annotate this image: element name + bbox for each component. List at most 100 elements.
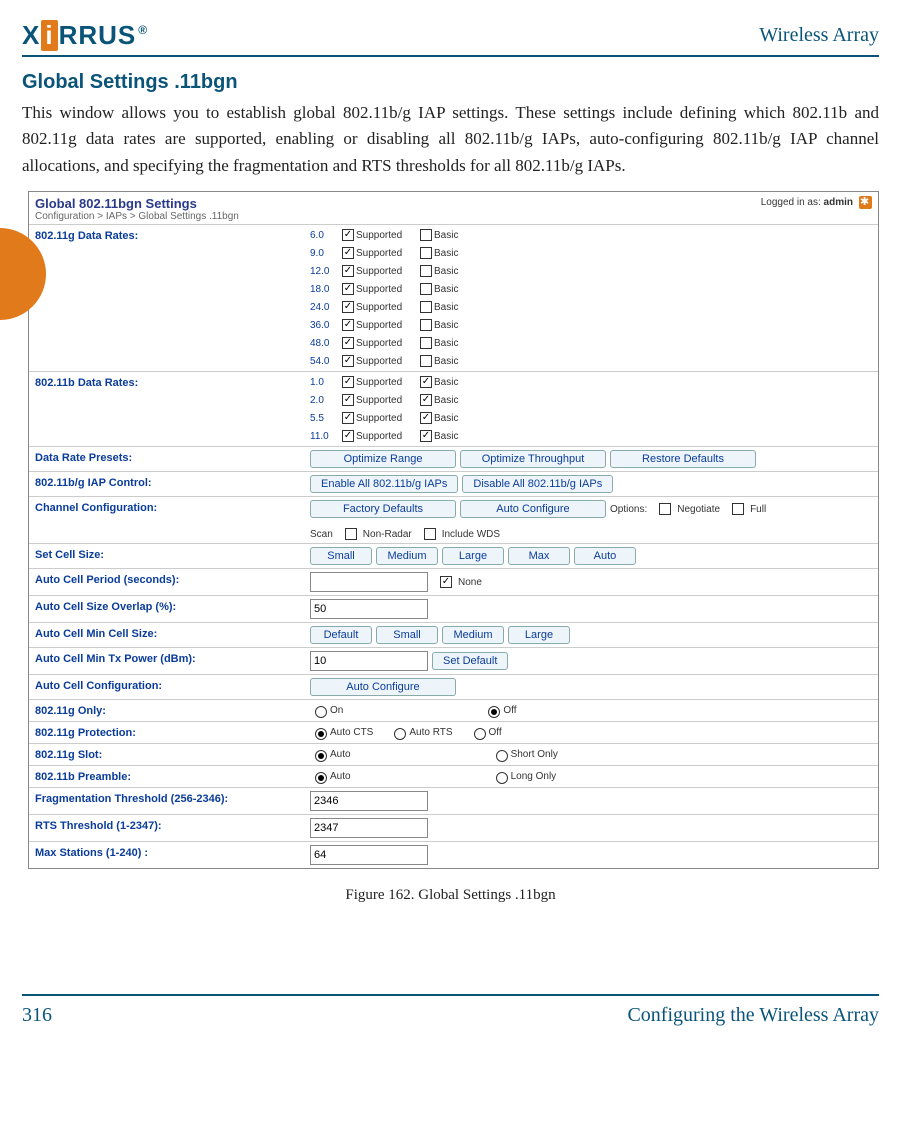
- supported-checkbox[interactable]: [342, 283, 354, 295]
- mincell-default-button[interactable]: Default: [310, 626, 372, 644]
- auto-configure-cell-button[interactable]: Auto Configure: [310, 678, 456, 696]
- mincell-large-button[interactable]: Large: [508, 626, 570, 644]
- basic-checkbox[interactable]: [420, 430, 432, 442]
- row-auto-cell-period: Auto Cell Period (seconds): None: [29, 568, 878, 595]
- bpre-auto-radio[interactable]: [315, 772, 327, 784]
- rate-row: 36.0SupportedBasic: [310, 319, 670, 331]
- row-set-cell-size: Set Cell Size: Small Medium Large Max Au…: [29, 543, 878, 568]
- section-title: Global Settings .11bgn: [22, 71, 879, 94]
- bpre-long-radio[interactable]: [496, 772, 508, 784]
- auto-cell-period-input[interactable]: [310, 572, 428, 592]
- rate-row: 1.0SupportedBasic: [310, 376, 670, 388]
- footer-text: Configuring the Wireless Array: [627, 1004, 879, 1027]
- basic-checkbox[interactable]: [420, 247, 432, 259]
- factory-defaults-button[interactable]: Factory Defaults: [310, 500, 456, 518]
- enable-all-iaps-button[interactable]: Enable All 802.11b/g IAPs: [310, 475, 458, 493]
- basic-checkbox[interactable]: [420, 412, 432, 424]
- rate-row: 24.0SupportedBasic: [310, 301, 670, 313]
- auto-cell-period-none-checkbox[interactable]: [440, 576, 452, 588]
- basic-checkbox[interactable]: [420, 229, 432, 241]
- auto-configure-channel-button[interactable]: Auto Configure: [460, 500, 606, 518]
- basic-checkbox[interactable]: [420, 337, 432, 349]
- gonly-on-radio[interactable]: [315, 706, 327, 718]
- rate-row: 54.0SupportedBasic: [310, 355, 670, 367]
- page-number: 316: [22, 1004, 52, 1027]
- set-default-button[interactable]: Set Default: [432, 652, 508, 670]
- auto-cell-overlap-input[interactable]: [310, 599, 428, 619]
- rate-row: 12.0SupportedBasic: [310, 265, 670, 277]
- figure-caption: Figure 162. Global Settings .11bgn: [22, 887, 879, 904]
- rate-row: 11.0SupportedBasic: [310, 430, 670, 442]
- supported-checkbox[interactable]: [342, 319, 354, 331]
- rate-row: 2.0SupportedBasic: [310, 394, 670, 406]
- mincell-medium-button[interactable]: Medium: [442, 626, 504, 644]
- supported-checkbox[interactable]: [342, 337, 354, 349]
- row-max-stations: Max Stations (1-240) :: [29, 841, 878, 868]
- rate-row: 18.0SupportedBasic: [310, 283, 670, 295]
- include-wds-checkbox: [424, 528, 436, 540]
- panel-title: Global 802.11bgn Settings: [35, 196, 239, 211]
- supported-checkbox[interactable]: [342, 301, 354, 313]
- rate-row: 9.0SupportedBasic: [310, 247, 670, 259]
- row-802-11b-rates: 802.11b Data Rates: 1.0SupportedBasic2.0…: [29, 371, 878, 446]
- row-802-11g-only: 802.11g Only: On Off: [29, 699, 878, 721]
- disable-all-iaps-button[interactable]: Disable All 802.11b/g IAPs: [462, 475, 613, 493]
- supported-checkbox[interactable]: [342, 265, 354, 277]
- supported-checkbox[interactable]: [342, 376, 354, 388]
- breadcrumb: Configuration > IAPs > Global Settings .…: [35, 211, 239, 222]
- cell-auto-button[interactable]: Auto: [574, 547, 636, 565]
- supported-checkbox[interactable]: [342, 430, 354, 442]
- row-auto-cell-configuration: Auto Cell Configuration: Auto Configure: [29, 674, 878, 699]
- cell-medium-button[interactable]: Medium: [376, 547, 438, 565]
- cell-large-button[interactable]: Large: [442, 547, 504, 565]
- min-tx-power-input[interactable]: [310, 651, 428, 671]
- frag-threshold-input[interactable]: [310, 791, 428, 811]
- row-auto-cell-min-tx: Auto Cell Min Tx Power (dBm): Set Defaul…: [29, 647, 878, 674]
- cell-small-button[interactable]: Small: [310, 547, 372, 565]
- supported-checkbox[interactable]: [342, 247, 354, 259]
- supported-checkbox[interactable]: [342, 394, 354, 406]
- basic-checkbox[interactable]: [420, 301, 432, 313]
- rts-threshold-input[interactable]: [310, 818, 428, 838]
- header-product: Wireless Array: [759, 24, 879, 47]
- brand-logo: XiRRUS®: [22, 20, 148, 51]
- intro-paragraph: This window allows you to establish glob…: [22, 100, 879, 179]
- gonly-off-radio[interactable]: [488, 706, 500, 718]
- max-stations-input[interactable]: [310, 845, 428, 865]
- basic-checkbox[interactable]: [420, 355, 432, 367]
- negotiate-checkbox[interactable]: [659, 503, 671, 515]
- page-footer: 316 Configuring the Wireless Array: [22, 994, 879, 1027]
- rate-row: 5.5SupportedBasic: [310, 412, 670, 424]
- row-802-11g-rates: 802.11g Data Rates: 6.0SupportedBasic9.0…: [29, 224, 878, 371]
- basic-checkbox[interactable]: [420, 376, 432, 388]
- row-auto-cell-overlap: Auto Cell Size Overlap (%):: [29, 595, 878, 622]
- supported-checkbox[interactable]: [342, 355, 354, 367]
- row-802-11g-slot: 802.11g Slot: Auto Short Only: [29, 743, 878, 765]
- non-radar-checkbox[interactable]: [345, 528, 357, 540]
- row-iap-control: 802.11b/g IAP Control: Enable All 802.11…: [29, 471, 878, 496]
- basic-checkbox[interactable]: [420, 265, 432, 277]
- mincell-small-button[interactable]: Small: [376, 626, 438, 644]
- cell-max-button[interactable]: Max: [508, 547, 570, 565]
- optimize-range-button[interactable]: Optimize Range: [310, 450, 456, 468]
- gslot-auto-radio[interactable]: [315, 750, 327, 762]
- gprot-off-radio[interactable]: [474, 728, 486, 740]
- page-header: XiRRUS® Wireless Array: [22, 20, 879, 57]
- basic-checkbox[interactable]: [420, 394, 432, 406]
- gprot-autocts-radio[interactable]: [315, 728, 327, 740]
- gprot-autorts-radio[interactable]: [394, 728, 406, 740]
- basic-checkbox[interactable]: [420, 319, 432, 331]
- row-channel-configuration: Channel Configuration: Factory Defaults …: [29, 496, 878, 543]
- gear-icon[interactable]: [859, 196, 872, 209]
- row-802-11b-preamble: 802.11b Preamble: Auto Long Only: [29, 765, 878, 787]
- optimize-throughput-button[interactable]: Optimize Throughput: [460, 450, 606, 468]
- supported-checkbox[interactable]: [342, 229, 354, 241]
- basic-checkbox[interactable]: [420, 283, 432, 295]
- full-checkbox[interactable]: [732, 503, 744, 515]
- row-auto-cell-min-size: Auto Cell Min Cell Size: Default Small M…: [29, 622, 878, 647]
- restore-defaults-button[interactable]: Restore Defaults: [610, 450, 756, 468]
- gslot-short-radio[interactable]: [496, 750, 508, 762]
- supported-checkbox[interactable]: [342, 412, 354, 424]
- row-rts-threshold: RTS Threshold (1-2347):: [29, 814, 878, 841]
- row-fragmentation-threshold: Fragmentation Threshold (256-2346):: [29, 787, 878, 814]
